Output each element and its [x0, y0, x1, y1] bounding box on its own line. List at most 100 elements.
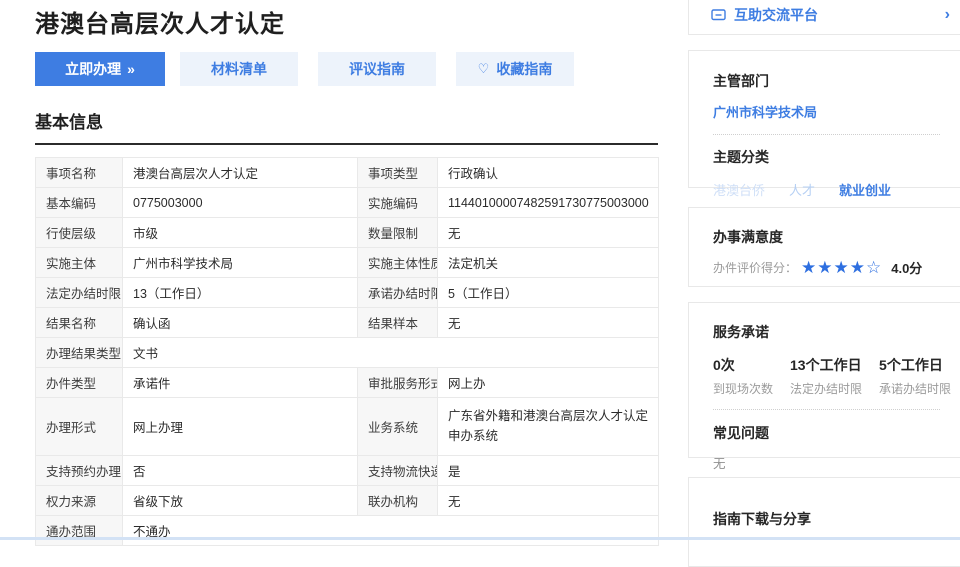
star-rating: ★★★★☆: [801, 259, 882, 276]
field-label: 结果名称: [36, 308, 123, 338]
stat-item: 0次 到现场次数: [713, 355, 773, 397]
field-label: 通办范围: [36, 516, 123, 546]
field-label: 联办机构: [358, 486, 438, 516]
table-row: 结果名称 确认函 结果样本 无: [36, 308, 659, 338]
table-row: 实施主体 广州市科学技术局 实施主体性质 法定机关: [36, 248, 659, 278]
department-title: 主管部门: [713, 71, 960, 91]
satisfaction-title: 办事满意度: [713, 227, 960, 247]
table-row: 基本编码 0775003000 实施编码 1144010000748259173…: [36, 188, 659, 218]
favorite-guide-button-label: 收藏指南: [496, 59, 552, 79]
field-label: 办理结果类型: [36, 338, 123, 368]
star-empty-icon: ☆: [866, 258, 882, 277]
field-label: 行使层级: [36, 218, 123, 248]
stars-filled-icon: ★★★★: [801, 258, 866, 277]
rating-row: 办件评价得分： ★★★★☆ 4.0分: [713, 258, 960, 277]
topic-tag[interactable]: 港澳台侨: [713, 180, 765, 199]
table-row: 权力来源 省级下放 联办机构 无: [36, 486, 659, 516]
page-title: 港澳台高层次人才认定: [35, 0, 658, 39]
field-value: 法定机关: [438, 248, 659, 278]
favorite-guide-button[interactable]: ♡ 收藏指南: [456, 52, 574, 86]
chat-platform-icon: [711, 9, 726, 22]
field-value: 广东省外籍和港澳台高层次人才认定申办系统: [438, 398, 659, 456]
topic-tag[interactable]: 人才: [789, 180, 815, 199]
satisfaction-card: 办事满意度 办件评价得分： ★★★★☆ 4.0分: [688, 207, 960, 287]
stat-label: 到现场次数: [713, 380, 773, 397]
field-value: 无: [438, 218, 659, 248]
basic-info-table: 事项名称 港澳台高层次人才认定 事项类型 行政确认 基本编码 077500300…: [35, 157, 659, 546]
field-value: 0775003000: [123, 188, 358, 218]
field-value: 网上办: [438, 368, 659, 398]
main-content: 港澳台高层次人才认定 立即办理 » 材料清单 评议指南 ♡ 收藏指南 基本信息 …: [35, 0, 658, 39]
field-value: 承诺件: [123, 368, 358, 398]
table-row: 支持预约办理 否 支持物流快递 是: [36, 456, 659, 486]
stat-item: 13个工作日 法定办结时限: [790, 355, 862, 397]
field-label: 承诺办结时限: [358, 278, 438, 308]
table-row: 法定办结时限 13（工作日） 承诺办结时限 5（工作日）: [36, 278, 659, 308]
field-label: 法定办结时限: [36, 278, 123, 308]
department-card: 主管部门 广州市科学技术局 主题分类 港澳台侨 人才 就业创业: [688, 50, 960, 188]
basic-info-section-title: 基本信息: [35, 108, 658, 145]
download-share-card: 指南下载与分享: [688, 477, 960, 567]
service-promise-card: 服务承诺 0次 到现场次数 13个工作日 法定办结时限 5个工作日 承诺办结时限…: [688, 302, 960, 458]
field-value: 13（工作日）: [123, 278, 358, 308]
heart-icon: ♡: [478, 61, 490, 77]
field-value: 文书: [123, 338, 659, 368]
table-row: 行使层级 市级 数量限制 无: [36, 218, 659, 248]
field-value: 市级: [123, 218, 358, 248]
stat-label: 法定办结时限: [790, 380, 862, 397]
field-label: 实施主体: [36, 248, 123, 278]
download-share-title: 指南下载与分享: [713, 509, 960, 529]
rating-score: 4.0分: [891, 258, 922, 277]
field-label: 办理形式: [36, 398, 123, 456]
review-guide-button[interactable]: 评议指南: [318, 52, 436, 86]
field-value: 11440100007482591730775003000: [438, 188, 659, 218]
table-row: 事项名称 港澳台高层次人才认定 事项类型 行政确认: [36, 158, 659, 188]
field-label: 业务系统: [358, 398, 438, 456]
materials-button[interactable]: 材料清单: [180, 52, 298, 86]
stat-value: 5个工作日: [879, 355, 951, 375]
field-label: 实施编码: [358, 188, 438, 218]
field-value: 5（工作日）: [438, 278, 659, 308]
topic-tags: 港澳台侨 人才 就业创业: [713, 180, 960, 199]
field-label: 办件类型: [36, 368, 123, 398]
faq-value: 无: [713, 453, 960, 472]
help-platform-card[interactable]: 互助交流平台 ›: [688, 0, 960, 35]
field-value: 行政确认: [438, 158, 659, 188]
field-label: 事项名称: [36, 158, 123, 188]
action-buttons: 立即办理 » 材料清单 评议指南 ♡ 收藏指南: [35, 52, 594, 86]
field-value: 不通办: [123, 516, 659, 546]
stat-label: 承诺办结时限: [879, 380, 951, 397]
chevron-right-icon[interactable]: ›: [945, 6, 950, 24]
field-value: 是: [438, 456, 659, 486]
field-label: 支持预约办理: [36, 456, 123, 486]
topic-tag[interactable]: 就业创业: [839, 180, 891, 199]
help-platform-label: 互助交流平台: [734, 5, 945, 25]
field-value: 网上办理: [123, 398, 358, 456]
dotted-divider: [713, 134, 940, 135]
double-arrow-icon: »: [127, 61, 135, 77]
field-label: 基本编码: [36, 188, 123, 218]
table-row: 办件类型 承诺件 审批服务形式 网上办: [36, 368, 659, 398]
field-value: 无: [438, 308, 659, 338]
topic-title: 主题分类: [713, 147, 960, 167]
field-value: 否: [123, 456, 358, 486]
field-value: 省级下放: [123, 486, 358, 516]
review-guide-button-label: 评议指南: [349, 59, 405, 79]
field-label: 数量限制: [358, 218, 438, 248]
field-value: 广州市科学技术局: [123, 248, 358, 278]
field-value: 港澳台高层次人才认定: [123, 158, 358, 188]
field-label: 权力来源: [36, 486, 123, 516]
stat-value: 13个工作日: [790, 355, 862, 375]
stat-item: 5个工作日 承诺办结时限: [879, 355, 951, 397]
field-label: 审批服务形式: [358, 368, 438, 398]
field-value: 确认函: [123, 308, 358, 338]
field-label: 支持物流快递: [358, 456, 438, 486]
stat-value: 0次: [713, 355, 773, 375]
promise-title: 服务承诺: [713, 322, 960, 342]
field-label: 实施主体性质: [358, 248, 438, 278]
field-value: 无: [438, 486, 659, 516]
department-link[interactable]: 广州市科学技术局: [713, 102, 817, 121]
apply-button[interactable]: 立即办理 »: [35, 52, 165, 86]
field-label: 事项类型: [358, 158, 438, 188]
materials-button-label: 材料清单: [211, 59, 267, 79]
